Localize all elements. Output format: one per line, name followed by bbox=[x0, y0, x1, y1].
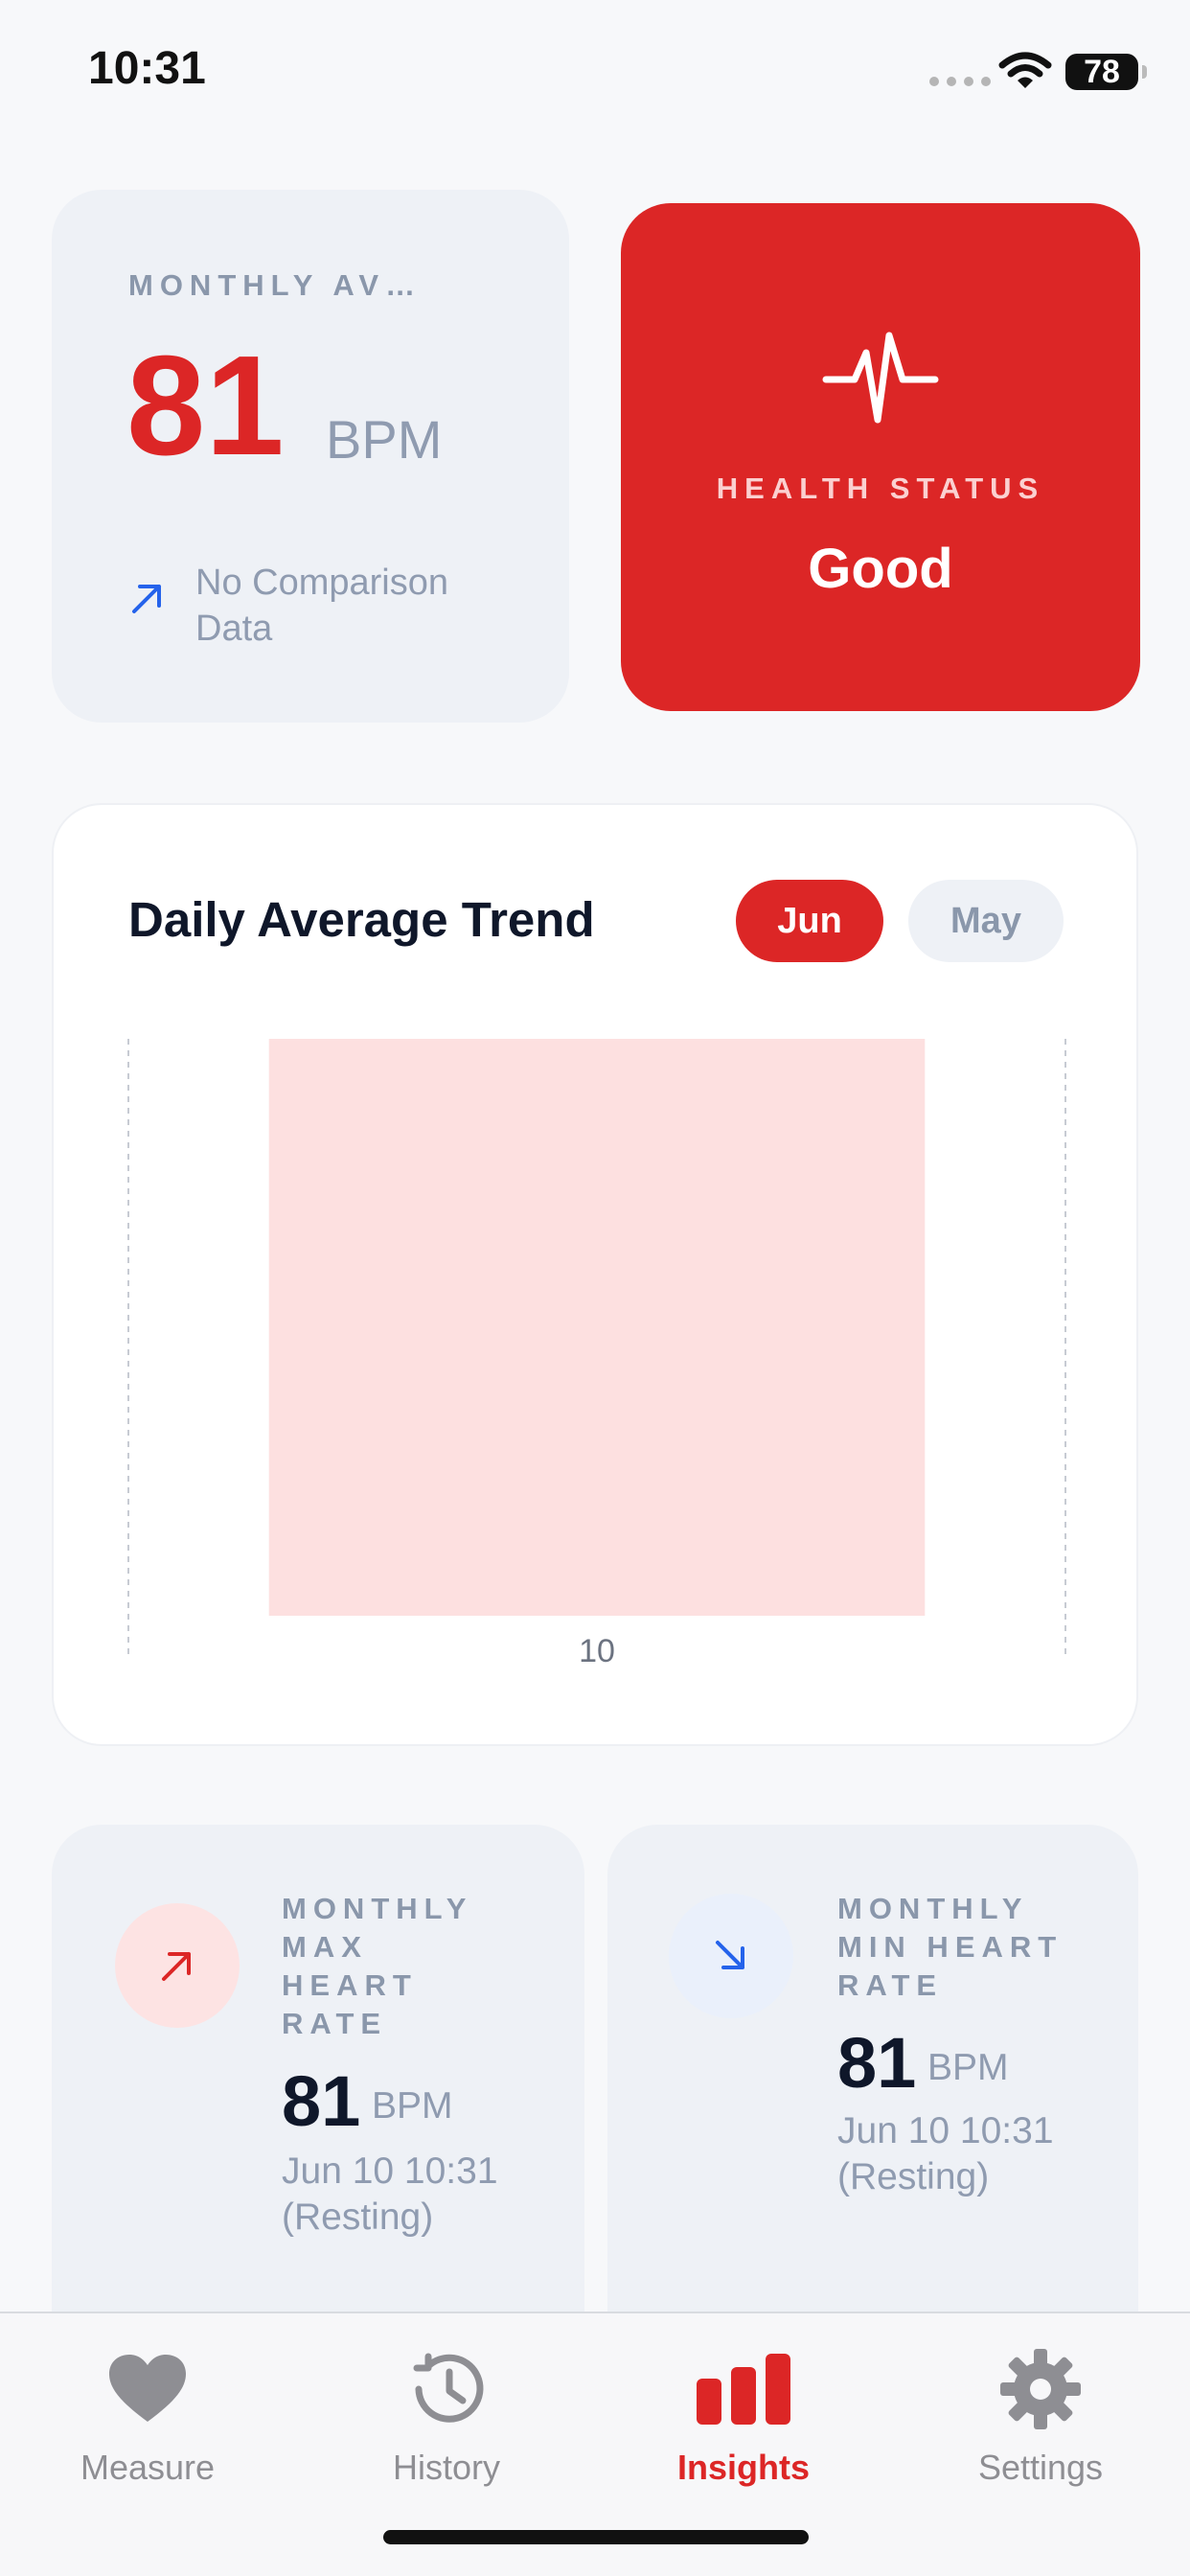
tab-insights[interactable]: Insights bbox=[619, 2336, 868, 2490]
monthly-average-label: MONTHLY AV… bbox=[128, 268, 423, 302]
min-heart-rate-value: 81 bbox=[837, 2023, 917, 2103]
clock-history-icon bbox=[413, 2353, 484, 2423]
max-heart-rate-label: MONTHLY MAX HEART RATE bbox=[282, 1892, 472, 2040]
tab-settings[interactable]: Settings bbox=[916, 2336, 1165, 2490]
arrow-up-right-icon bbox=[162, 1952, 191, 1981]
health-status-value: Good bbox=[808, 538, 953, 600]
monthly-max-heart-rate-card: MONTHLY MAX HEART RATE 81 BPM Jun 10 10:… bbox=[52, 1825, 584, 2323]
tab-label-settings: Settings bbox=[977, 2448, 1104, 2487]
status-time: 10:31 bbox=[88, 43, 206, 94]
status-bar: 10:31 78 bbox=[0, 0, 1190, 144]
tab-label-measure: Measure bbox=[80, 2448, 216, 2487]
gear-icon bbox=[1000, 2349, 1081, 2429]
min-heart-rate-date: Jun 10 10:31 (Resting) bbox=[837, 2110, 1054, 2197]
monthly-average-unit: BPM bbox=[326, 409, 443, 470]
monthly-average-card: MONTHLY AV… 81 BPM No Comparison Data bbox=[52, 190, 569, 723]
bar-chart-icon bbox=[697, 2354, 790, 2425]
monthly-average-value: 81 bbox=[126, 327, 285, 485]
tab-history[interactable]: History bbox=[322, 2336, 571, 2490]
min-heart-rate-unit: BPM bbox=[927, 2047, 1009, 2088]
x-tick-label: 10 bbox=[579, 1633, 615, 1669]
min-trend-badge bbox=[669, 1894, 793, 2018]
arrow-up-right-icon bbox=[132, 585, 161, 613]
daily-average-trend-card: Daily Average Trend Jun May 10 bbox=[52, 803, 1138, 1746]
battery-icon: 78 bbox=[1065, 53, 1147, 90]
max-heart-rate-unit: BPM bbox=[372, 2085, 453, 2127]
health-status-card[interactable]: HEALTH STATUS Good bbox=[621, 203, 1140, 711]
max-heart-rate-value: 81 bbox=[282, 2061, 361, 2141]
health-status-label: HEALTH STATUS bbox=[716, 472, 1045, 505]
heart-icon bbox=[109, 2355, 186, 2422]
monthly-min-heart-rate-card: MONTHLY MIN HEART RATE 81 BPM Jun 10 10:… bbox=[607, 1825, 1138, 2323]
pulse-icon bbox=[822, 332, 939, 424]
chart-bar[interactable] bbox=[268, 1039, 926, 1616]
arrow-down-right-icon bbox=[716, 1941, 744, 1969]
battery-level: 78 bbox=[1084, 53, 1120, 90]
max-heart-rate-date: Jun 10 10:31 (Resting) bbox=[282, 2150, 498, 2238]
comparison-text: No Comparison Data bbox=[195, 563, 448, 649]
signal-icon bbox=[929, 77, 991, 86]
home-indicator bbox=[383, 2530, 809, 2544]
tab-label-history: History bbox=[392, 2448, 500, 2487]
max-trend-badge bbox=[115, 1903, 240, 2028]
tab-label-insights: Insights bbox=[676, 2448, 810, 2487]
min-heart-rate-label: MONTHLY MIN HEART RATE bbox=[837, 1892, 1064, 2002]
trend-chart: 10 bbox=[127, 1039, 1066, 1669]
tab-measure[interactable]: Measure bbox=[23, 2336, 272, 2490]
wifi-icon bbox=[998, 52, 1052, 88]
